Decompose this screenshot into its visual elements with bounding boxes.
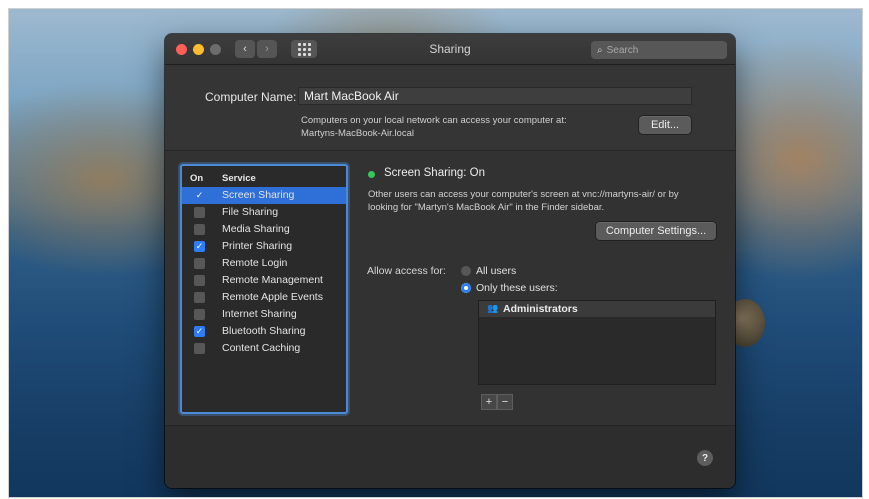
- service-row[interactable]: Remote Management: [182, 272, 346, 289]
- service-row[interactable]: ✓ Printer Sharing: [182, 238, 346, 255]
- service-row[interactable]: ✓ Bluetooth Sharing: [182, 323, 346, 340]
- service-name: Internet Sharing: [222, 308, 297, 320]
- service-status: Screen Sharing: On: [384, 167, 486, 179]
- checkbox-unchecked[interactable]: [194, 343, 205, 354]
- edit-button[interactable]: Edit...: [639, 116, 691, 134]
- all-users-label[interactable]: All users: [476, 265, 516, 277]
- bottom-bar: ?: [165, 425, 735, 488]
- list-item[interactable]: 👥 Administrators: [479, 301, 715, 317]
- service-name: Screen Sharing: [222, 189, 295, 201]
- all-users-radio[interactable]: [461, 266, 471, 276]
- computer-name-section: Computer Name: Mart MacBook Air Computer…: [165, 65, 735, 151]
- description-line: looking for "Martyn's MacBook Air" in th…: [368, 202, 605, 213]
- checkbox-unchecked[interactable]: [194, 275, 205, 286]
- local-hostname: Martyns-MacBook-Air.local: [301, 128, 414, 139]
- desktop-wallpaper: ‹ › Sharing ⌕ Search Computer Name: Mart…: [8, 8, 863, 498]
- service-list: On Service ✓ Screen Sharing File Sharing Me…: [180, 164, 348, 414]
- search-icon: ⌕: [597, 44, 603, 56]
- service-name: Remote Management: [222, 274, 323, 286]
- service-row[interactable]: Remote Login: [182, 255, 346, 272]
- only-these-users-radio[interactable]: [461, 283, 471, 293]
- computer-name-label: Computer Name:: [205, 90, 297, 104]
- header-service: Service: [222, 173, 256, 184]
- service-row[interactable]: File Sharing: [182, 204, 346, 221]
- computer-settings-button[interactable]: Computer Settings...: [596, 222, 716, 240]
- help-button[interactable]: ?: [697, 450, 713, 466]
- service-row[interactable]: Media Sharing: [182, 221, 346, 238]
- checkbox-unchecked[interactable]: [194, 224, 205, 235]
- allowed-users-list: 👥 Administrators: [478, 300, 716, 385]
- checkbox-unchecked[interactable]: [194, 309, 205, 320]
- checkbox-checked[interactable]: ✓: [194, 326, 205, 337]
- description-line: Computers on your local network can acce…: [301, 115, 567, 126]
- remove-user-button[interactable]: −: [497, 394, 513, 410]
- checkbox-checked[interactable]: ✓: [194, 241, 205, 252]
- service-row[interactable]: Remote Apple Events: [182, 289, 346, 306]
- add-user-button[interactable]: +: [481, 394, 497, 410]
- search-field[interactable]: ⌕ Search: [591, 41, 727, 59]
- allow-access-label: Allow access for:: [367, 265, 446, 277]
- service-description: Other users can access your computer's s…: [368, 188, 713, 214]
- checkbox-unchecked[interactable]: [194, 292, 205, 303]
- service-row[interactable]: Internet Sharing: [182, 306, 346, 323]
- service-name: File Sharing: [222, 206, 279, 218]
- service-name: Bluetooth Sharing: [222, 325, 306, 337]
- service-name: Printer Sharing: [222, 240, 293, 252]
- sharing-window: ‹ › Sharing ⌕ Search Computer Name: Mart…: [165, 34, 735, 488]
- service-name: Content Caching: [222, 342, 301, 354]
- service-row[interactable]: ✓ Screen Sharing: [182, 187, 346, 204]
- checkbox-unchecked[interactable]: [194, 258, 205, 269]
- search-placeholder: Search: [606, 44, 639, 56]
- checkbox-unchecked[interactable]: [194, 207, 205, 218]
- service-list-header: On Service: [182, 170, 346, 186]
- description-line: Other users can access your computer's s…: [368, 189, 679, 200]
- only-these-users-label[interactable]: Only these users:: [476, 282, 558, 294]
- status-indicator: [368, 171, 375, 178]
- computer-name-field[interactable]: Mart MacBook Air: [298, 87, 692, 105]
- title-bar: ‹ › Sharing ⌕ Search: [165, 34, 735, 65]
- service-name: Media Sharing: [222, 223, 290, 235]
- group-icon: 👥: [487, 303, 499, 313]
- computer-name-description: Computers on your local network can acce…: [301, 114, 567, 140]
- header-on: On: [190, 173, 204, 184]
- checkbox-checked[interactable]: ✓: [194, 190, 205, 201]
- service-name: Remote Login: [222, 257, 288, 269]
- service-row[interactable]: Content Caching: [182, 340, 346, 357]
- user-name: Administrators: [503, 303, 578, 315]
- service-name: Remote Apple Events: [222, 291, 323, 303]
